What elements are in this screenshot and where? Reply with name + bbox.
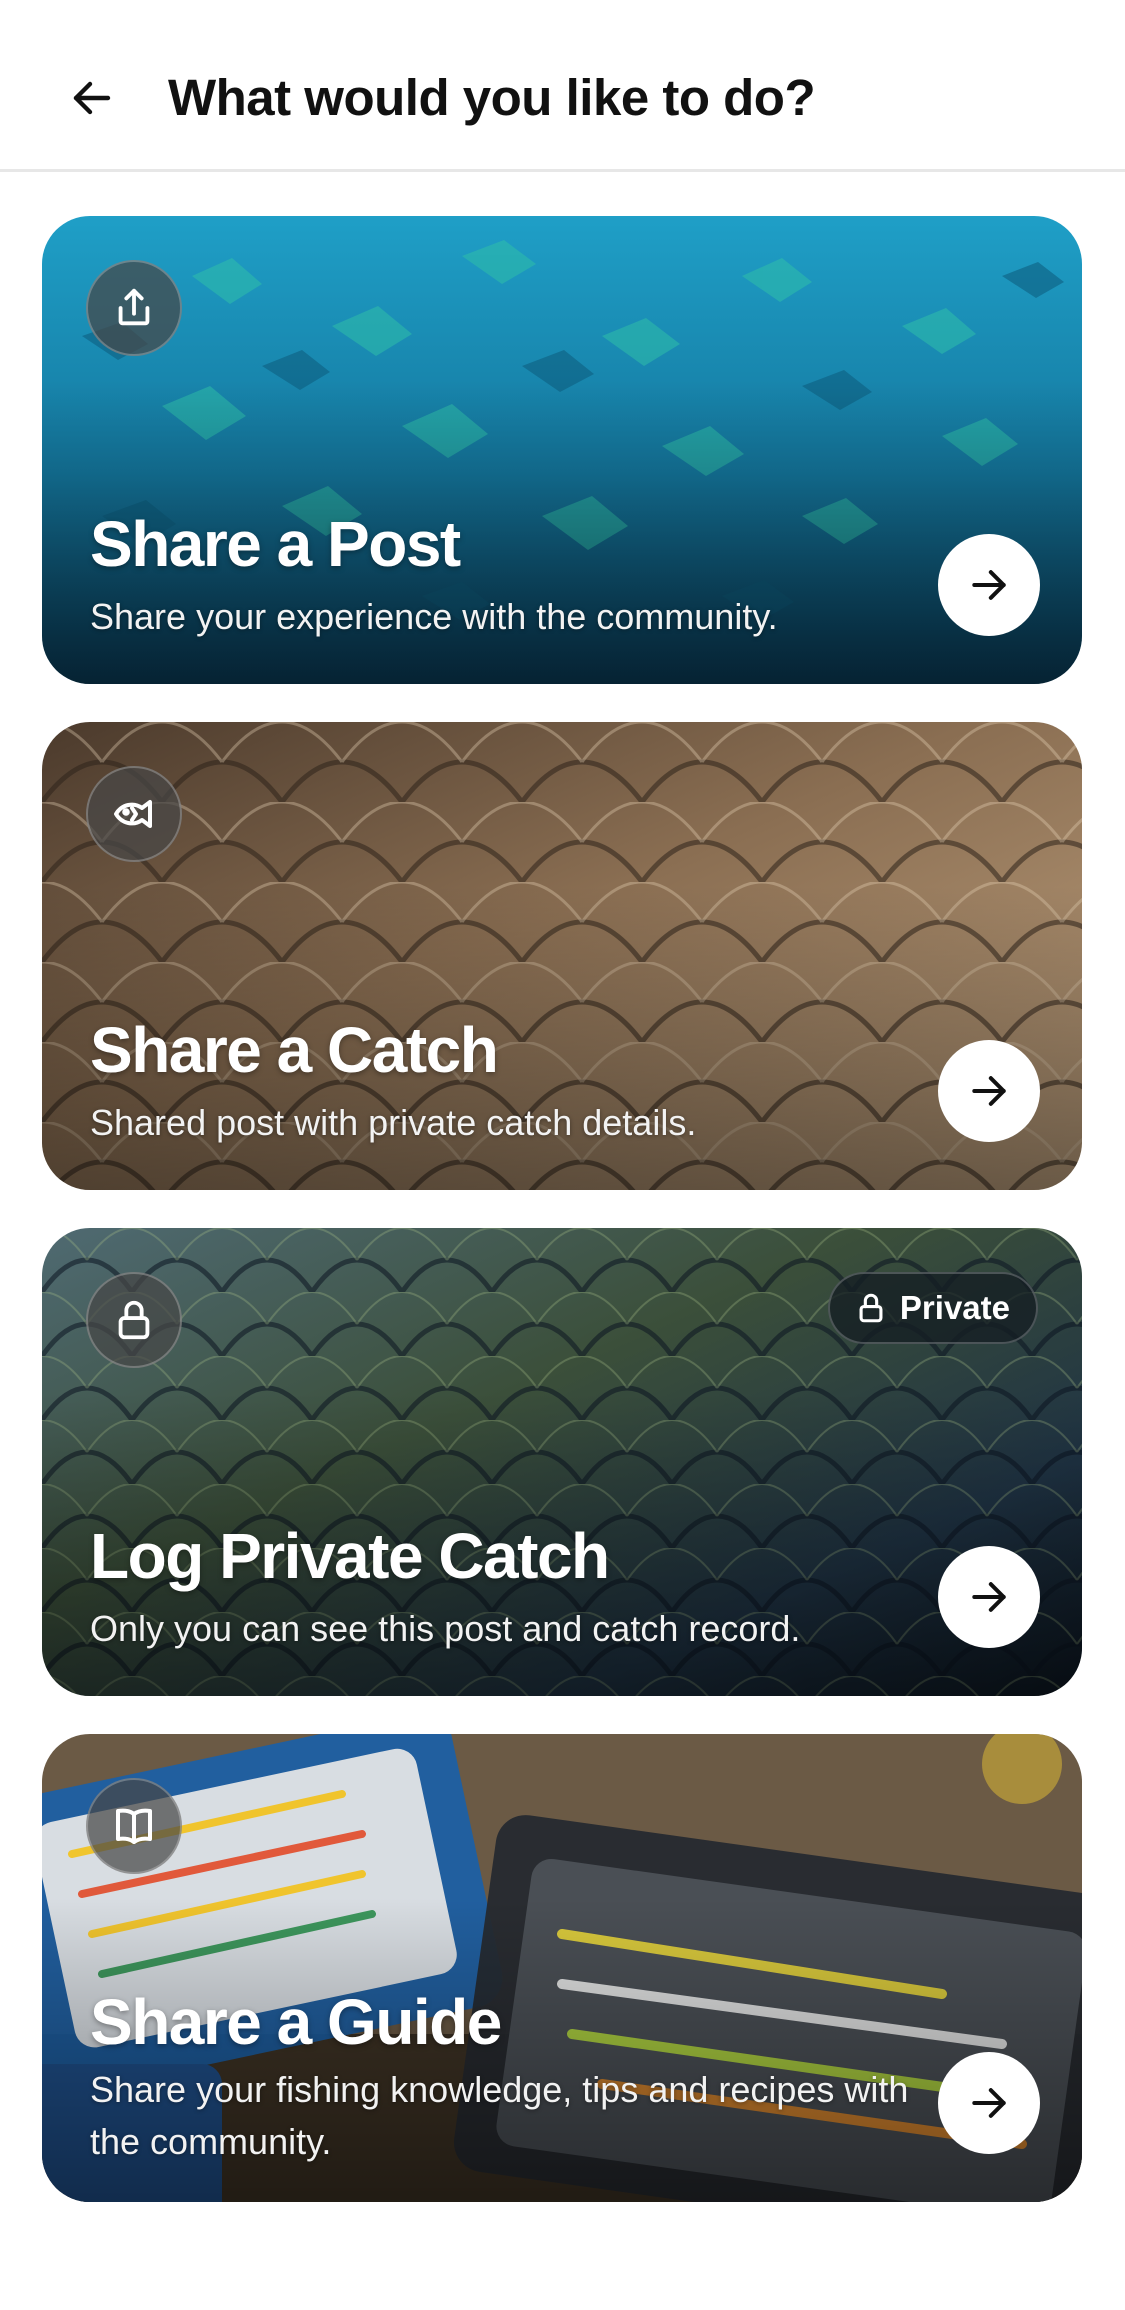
share-guide-card[interactable]: Share a Guide Share your fishing knowled… [42,1734,1082,2202]
card-title: Share a Post [90,508,461,580]
card-description: Share your experience with the community… [90,596,778,637]
share-catch-card[interactable]: Share a Catch Shared post with private c… [42,722,1082,1190]
book-icon [86,1778,182,1874]
share-guide-go-button[interactable] [938,2052,1040,2154]
log-private-catch-card[interactable]: Private Log Private Catch Only you can s… [42,1228,1082,1696]
arrow-right-icon [972,570,1006,600]
share-upload-icon [86,260,182,356]
arrow-right-icon [972,2088,1006,2118]
fish-icon [86,766,182,862]
lock-icon [86,1272,182,1368]
back-button[interactable] [52,58,132,138]
card-title: Share a Catch [90,1014,499,1086]
card-title: Share a Guide [90,1986,502,2058]
page-title: What would you like to do? [168,69,816,126]
private-badge-label: Private [899,1289,1010,1326]
card-description: Shared post with private catch details. [90,1102,697,1143]
top-bar: What would you like to do? [0,0,1125,172]
arrow-right-icon [972,1582,1006,1612]
card-description: Only you can see this post and catch rec… [90,1608,801,1649]
arrow-left-icon [73,81,111,115]
private-badge: Private [827,1272,1038,1344]
share-post-go-button[interactable] [938,534,1040,636]
card-description: Share your fishing knowledge, tips and r… [90,2069,909,2162]
share-catch-go-button[interactable] [938,1040,1040,1142]
card-title: Log Private Catch [90,1520,610,1592]
share-post-card[interactable]: Share a Post Share your experience with … [42,216,1082,684]
lock-icon [859,1293,883,1323]
arrow-right-icon [972,1076,1006,1106]
log-private-catch-go-button[interactable] [938,1546,1040,1648]
